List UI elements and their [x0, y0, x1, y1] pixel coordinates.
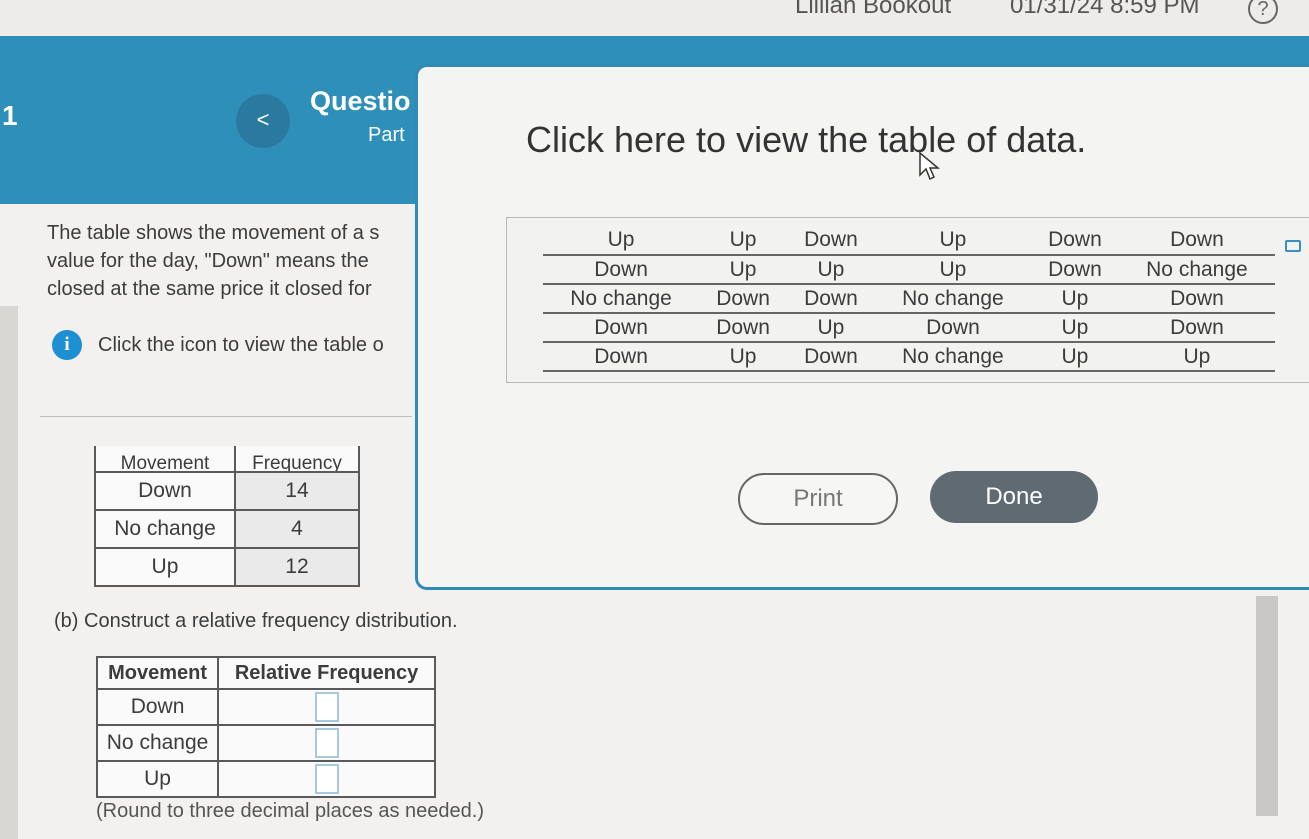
data-cell: Up — [1118, 342, 1275, 372]
scrollbar[interactable] — [1256, 596, 1278, 816]
page-title: Questio — [310, 86, 411, 116]
data-cell: Down — [786, 226, 875, 256]
question-circle-icon[interactable]: ? — [1248, 0, 1278, 24]
movement-cell: No change — [95, 724, 220, 762]
user-name: Lillian Bookout — [795, 0, 952, 19]
table-row: No change — [95, 724, 436, 762]
status-bar: Lillian Bookout 01/31/24 8:59 PM ? — [0, 0, 1309, 36]
intro-line: value for the day, "Down" means the — [47, 250, 369, 272]
mouse-cursor-icon — [919, 151, 940, 181]
info-row: i Click the icon to view the table o — [52, 330, 414, 360]
data-cell: Down — [543, 255, 700, 285]
table-row: No change Down Down No change Up Down — [543, 284, 1275, 314]
table-row: Up — [95, 760, 436, 798]
table-row: Up 12 — [94, 547, 361, 587]
data-cell: Up — [699, 226, 787, 256]
expand-icon[interactable] — [1285, 240, 1301, 252]
data-cell: Down — [1030, 255, 1119, 285]
data-cell: Down — [1118, 313, 1275, 343]
data-cell: Up — [1030, 284, 1119, 314]
data-cell: Down — [1030, 226, 1119, 256]
table-row: Down — [95, 688, 436, 726]
question-number: 1 — [2, 100, 18, 131]
data-cell: Down — [786, 284, 875, 314]
data-cell: Up — [786, 255, 875, 285]
answer-input-up[interactable] — [314, 764, 339, 794]
intro-line: closed at the same price it closed for — [47, 278, 372, 300]
data-cell: Up — [874, 255, 1031, 285]
data-cell: No change — [874, 284, 1031, 314]
relative-frequency-table: Movement Relative Frequency Down No chan… — [95, 656, 436, 798]
back-button[interactable]: < — [236, 94, 290, 148]
raw-data-panel: Up Up Down Up Down Down Down Up Up Up Down No chang… — [506, 217, 1309, 383]
info-icon[interactable]: i — [52, 330, 82, 360]
movement-cell: Up — [95, 760, 220, 798]
answer-input-no-change[interactable] — [314, 728, 339, 758]
movement-cell: Up — [94, 547, 236, 587]
column-header: Movement — [95, 656, 220, 690]
data-cell: Down — [699, 284, 787, 314]
data-cell: Down — [1118, 284, 1275, 314]
data-cell: Down — [699, 313, 787, 343]
chevron-left-icon: < — [256, 107, 270, 132]
movement-cell: Down — [95, 688, 220, 726]
column-header: Relative Frequency — [217, 656, 436, 690]
data-table-modal: Click here to view the table of data. Up… — [415, 64, 1309, 590]
movement-cell: Down — [94, 471, 236, 511]
datetime: 01/31/24 8:59 PM — [1010, 0, 1200, 19]
done-button[interactable]: Done — [930, 471, 1098, 523]
movement-cell: No change — [94, 509, 236, 549]
data-cell: Up — [543, 226, 700, 256]
column-header: Movement — [94, 446, 236, 473]
part-label: Part — [368, 124, 405, 146]
data-cell: No change — [543, 284, 700, 314]
modal-title[interactable]: Click here to view the table of data. — [526, 119, 1086, 161]
raw-data-table: Up Up Down Up Down Down Down Up Up Up Down No chang… — [543, 226, 1275, 372]
column-header: Frequency — [233, 446, 361, 473]
frequency-table: Movement Frequency Down 14 No change 4 U… — [94, 446, 361, 587]
data-cell: Up — [1030, 313, 1119, 343]
divider — [40, 416, 412, 417]
answer-input-down[interactable] — [314, 692, 339, 722]
question-intro: The table shows the movement of a s valu… — [47, 219, 413, 303]
data-cell: Up — [699, 255, 787, 285]
data-cell: Down — [543, 313, 700, 343]
table-row: Up Up Down Up Down Down — [543, 226, 1275, 256]
data-cell: Up — [786, 313, 875, 343]
table-row: Down 14 — [94, 471, 361, 511]
data-cell: Up — [1030, 342, 1119, 372]
frequency-cell: 4 — [233, 509, 361, 549]
data-cell: Down — [543, 342, 700, 372]
table-row: No change 4 — [94, 509, 361, 549]
data-cell: Down — [786, 342, 875, 372]
part-b-prompt: (b) Construct a relative frequency distr… — [54, 610, 458, 632]
frequency-cell: 14 — [233, 471, 361, 511]
table-row: Down Up Down No change Up Up — [543, 342, 1275, 372]
table-row: Down Down Up Down Up Down — [543, 313, 1275, 343]
data-cell: Up — [874, 226, 1031, 256]
rounding-note: (Round to three decimal places as needed… — [96, 800, 485, 822]
data-cell: Down — [874, 313, 1031, 343]
data-cell: No change — [874, 342, 1031, 372]
table-row: Down Up Up Up Down No change — [543, 255, 1275, 285]
data-cell: Up — [699, 342, 787, 372]
info-text: Click the icon to view the table o — [98, 333, 384, 356]
data-cell: No change — [1118, 255, 1275, 285]
data-cell: Down — [1118, 226, 1275, 256]
print-button[interactable]: Print — [738, 473, 898, 525]
intro-line: The table shows the movement of a s — [47, 222, 380, 244]
left-gutter — [0, 306, 18, 839]
frequency-cell: 12 — [233, 547, 361, 587]
